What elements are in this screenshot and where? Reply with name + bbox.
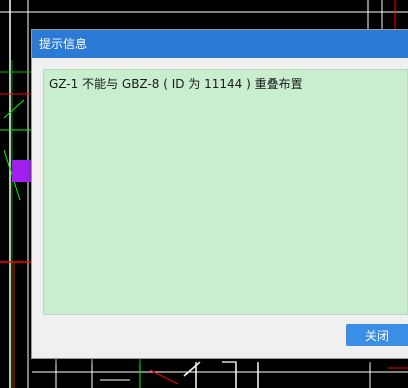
message-dialog: 提示信息 GZ-1 不能与 GBZ-8 ( ID 为 11144 ) 重叠布置 … [32,30,408,358]
close-button[interactable]: 关闭 [346,324,408,346]
dialog-title: 提示信息 [39,37,88,51]
message-text: GZ-1 不能与 GBZ-8 ( ID 为 11144 ) 重叠布置 [49,77,303,91]
dialog-titlebar[interactable]: 提示信息 [32,30,408,58]
message-area[interactable]: GZ-1 不能与 GBZ-8 ( ID 为 11144 ) 重叠布置 [43,69,408,315]
